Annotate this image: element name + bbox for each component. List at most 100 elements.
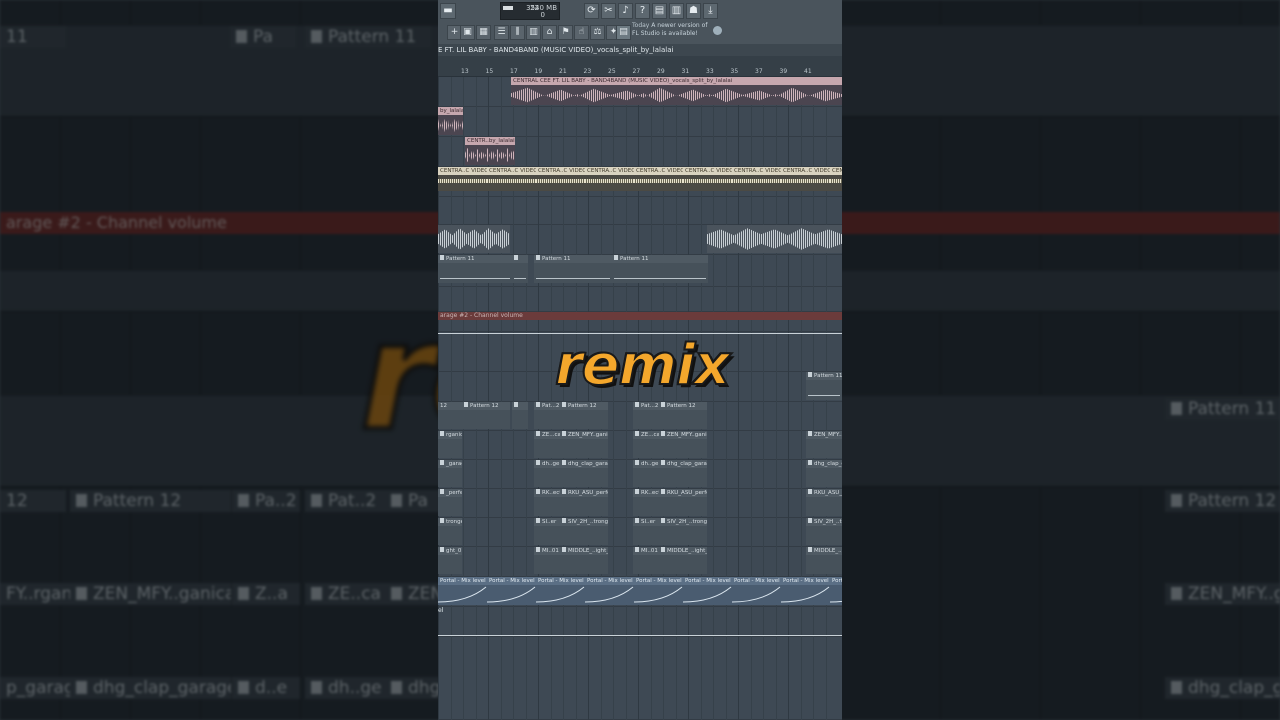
pattern-clip[interactable]: RK..ect bbox=[633, 489, 659, 516]
record-icon[interactable]: ▣ bbox=[460, 25, 475, 40]
audio-clip[interactable]: by_lalalai bbox=[438, 107, 463, 135]
automation-clip[interactable]: Portal - Mix level bbox=[536, 577, 585, 605]
automation-curve bbox=[487, 586, 536, 603]
track-row[interactable] bbox=[438, 332, 842, 372]
export-icon[interactable]: ▥ bbox=[669, 3, 684, 19]
pattern-clip[interactable]: Pat...2 bbox=[633, 402, 659, 429]
download-icon[interactable]: ⤓ bbox=[703, 3, 718, 19]
pattern-clip[interactable]: _garage bbox=[438, 460, 462, 487]
piano-roll-icon[interactable]: ▦ bbox=[476, 25, 491, 40]
save-icon[interactable]: ▤ bbox=[652, 3, 667, 19]
pattern-clip[interactable] bbox=[512, 255, 528, 283]
pattern-clip[interactable]: Pattern 12 bbox=[462, 402, 510, 429]
automation-clip[interactable]: Portal - Mix level bbox=[732, 577, 781, 605]
pattern-clip[interactable]: Pattern 11 bbox=[612, 255, 708, 283]
audio-clip[interactable] bbox=[707, 225, 842, 253]
pattern-clip[interactable]: MIDDLE_..ight_01 bbox=[560, 547, 608, 574]
pattern-clip[interactable]: Pattern 12 bbox=[560, 402, 608, 429]
menu-button[interactable]: ▬ bbox=[440, 3, 456, 19]
help-icon[interactable]: ? bbox=[635, 3, 650, 19]
pattern-clip[interactable]: Pat...2 bbox=[534, 402, 560, 429]
mixer-icon[interactable]: ⫼ bbox=[510, 25, 525, 40]
pattern-clip[interactable]: Pattern 11 bbox=[438, 255, 512, 283]
pattern-clip[interactable]: 12 bbox=[438, 402, 462, 429]
audio-clip[interactable]: CENTRA..C VIDEO bbox=[830, 167, 842, 191]
ruler-tick: 29 bbox=[657, 68, 665, 75]
automation-clip[interactable]: Portal - Mix level bbox=[683, 577, 732, 605]
pattern-clip[interactable]: MI..01 bbox=[633, 547, 659, 574]
pattern-clip[interactable]: Pattern 11 bbox=[806, 372, 842, 400]
audio-clip[interactable]: CENTRA..C VIDEO bbox=[585, 167, 634, 191]
channel-rack-icon[interactable]: ▥ bbox=[526, 25, 541, 40]
audio-clip[interactable]: CENTRA..C VIDEO bbox=[536, 167, 585, 191]
pattern-clip[interactable]: dh..ge bbox=[534, 460, 560, 487]
cut-icon[interactable]: ✂ bbox=[601, 3, 616, 19]
audio-clip[interactable]: CENTRAL CEE FT. LIL BABY - BAND4BAND (MU… bbox=[511, 77, 842, 105]
audio-clip[interactable]: CENTR..by_lalalai bbox=[465, 137, 515, 165]
pattern-clip[interactable]: tronger bbox=[438, 518, 462, 545]
pattern-clip[interactable]: MIDDLE_..ight_01 bbox=[659, 547, 707, 574]
automation-clip[interactable]: Portal - Mix level bbox=[830, 577, 842, 605]
pattern-clip[interactable]: MI..01 bbox=[534, 547, 560, 574]
pattern-clip[interactable]: RKU_ASU_perfect bbox=[806, 489, 842, 516]
pattern-clip[interactable]: dhg_clap_garage bbox=[806, 460, 842, 487]
loop-icon[interactable]: ⟳ bbox=[584, 3, 599, 19]
track-row[interactable] bbox=[438, 372, 842, 402]
audio-clip[interactable]: CENTRA..C VIDEO bbox=[781, 167, 830, 191]
playlist-tracks: CENTRAL CEE FT. LIL BABY - BAND4BAND (MU… bbox=[438, 77, 842, 720]
pattern-clip[interactable]: ZE...ca bbox=[534, 431, 560, 458]
pattern-clip[interactable]: dh..ge bbox=[633, 460, 659, 487]
automation-curve bbox=[438, 586, 487, 603]
pattern-icon bbox=[661, 402, 665, 407]
pattern-clip[interactable]: ZEN_MFY..ganica bbox=[560, 431, 608, 458]
track-row[interactable] bbox=[438, 287, 842, 312]
playlist-icon[interactable]: ☰ bbox=[494, 25, 509, 40]
pattern-clip[interactable]: Pattern 12 bbox=[659, 402, 707, 429]
track-row[interactable] bbox=[438, 607, 842, 637]
audio-clip[interactable]: CENTRA..C VIDEO bbox=[438, 167, 487, 191]
tempo-icon[interactable]: ⚖ bbox=[590, 25, 605, 40]
pattern-clip[interactable]: ZEN_MFY..ganica bbox=[659, 431, 707, 458]
pattern-clip[interactable]: dhg_clap_garage bbox=[659, 460, 707, 487]
audio-clip[interactable]: CENTRA..C VIDEO bbox=[487, 167, 536, 191]
pattern-clip[interactable]: ZEN_MFY..ganica bbox=[806, 431, 842, 458]
mic-icon[interactable]: ♪ bbox=[618, 3, 633, 19]
news-icon[interactable]: ▤ bbox=[616, 25, 631, 40]
pattern-clip[interactable]: SIV_2H_..tronger bbox=[560, 518, 608, 545]
pattern-clip[interactable]: RKU_ASU_perfect bbox=[560, 489, 608, 516]
automation-clip[interactable]: arage #2 - Channel volume bbox=[438, 312, 842, 320]
pattern-clip[interactable]: SI..er bbox=[534, 518, 560, 545]
pattern-clip[interactable]: RKU_ASU_perfect bbox=[659, 489, 707, 516]
automation-clip[interactable]: Portal - Mix level bbox=[487, 577, 536, 605]
pattern-clip[interactable]: ZE...ca bbox=[633, 431, 659, 458]
automation-clip[interactable]: Portal - Mix level bbox=[781, 577, 830, 605]
automation-clip[interactable]: Portal - Mix level bbox=[438, 577, 487, 605]
plugin-icon[interactable]: ☗ bbox=[686, 3, 701, 19]
pattern-clip[interactable]: RK..ect bbox=[534, 489, 560, 516]
pattern-clip[interactable]: ght_01 bbox=[438, 547, 462, 574]
touch-icon[interactable]: ☝ bbox=[574, 25, 589, 40]
pattern-clip[interactable]: SIV_2H_..tronger bbox=[806, 518, 842, 545]
audio-clip[interactable]: CENTRA..C VIDEO bbox=[732, 167, 781, 191]
pattern-clip[interactable]: dhg_clap_garage bbox=[560, 460, 608, 487]
track-row[interactable] bbox=[438, 107, 842, 137]
automation-clip[interactable]: Portal - Mix level bbox=[634, 577, 683, 605]
audio-clip[interactable]: CENTRA..C VIDEO bbox=[683, 167, 732, 191]
timeline-ruler[interactable]: 13 15 17 19 21 23 25 27 29 31 33 35 37 39 41 bbox=[438, 56, 842, 77]
pattern-clip[interactable]: _perfect bbox=[438, 489, 462, 516]
automation-clip[interactable]: Portal - Mix level bbox=[585, 577, 634, 605]
track-row[interactable] bbox=[438, 197, 842, 225]
audio-clip[interactable] bbox=[438, 225, 510, 253]
pattern-clip[interactable] bbox=[512, 402, 528, 429]
browser-icon[interactable]: ⌂ bbox=[542, 25, 557, 40]
pattern-icon bbox=[808, 547, 812, 552]
pattern-clip[interactable]: MIDDLE_..ight_01 bbox=[806, 547, 842, 574]
audio-clip[interactable]: CENTRA..C VIDEO bbox=[634, 167, 683, 191]
pattern-clip[interactable]: Pattern 11 bbox=[534, 255, 612, 283]
pattern-clip[interactable]: SI..er bbox=[633, 518, 659, 545]
track-row[interactable] bbox=[438, 637, 842, 720]
news-panel[interactable]: Today A newer version of FL Studio is av… bbox=[632, 22, 722, 42]
pattern-clip[interactable]: rganica bbox=[438, 431, 462, 458]
plugin-picker-icon[interactable]: ⚑ bbox=[558, 25, 573, 40]
pattern-clip[interactable]: SIV_2H_..tronger bbox=[659, 518, 707, 545]
